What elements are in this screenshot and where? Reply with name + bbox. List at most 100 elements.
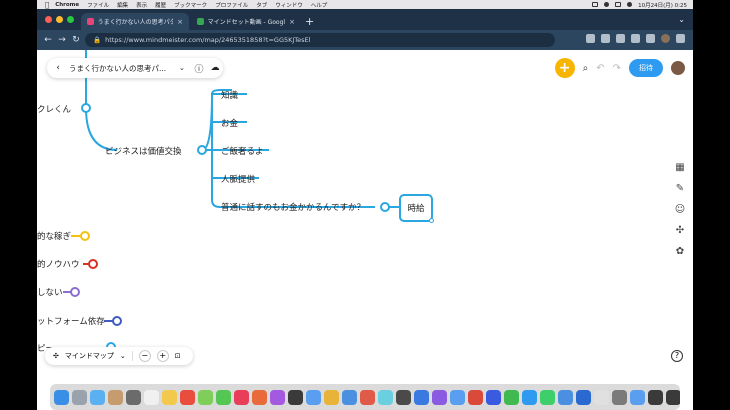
close-tab-icon[interactable]: × — [177, 18, 183, 26]
view-mode-select[interactable]: マインドマップ — [65, 351, 114, 361]
tab-search-chevron-icon[interactable]: ⌄ — [678, 15, 685, 24]
close-window-icon[interactable] — [45, 16, 52, 23]
back-icon[interactable]: ‹ — [47, 63, 69, 73]
menu-tab[interactable]: タブ — [256, 1, 267, 9]
menu-app-name[interactable]: Chrome — [55, 2, 79, 8]
redo-icon[interactable]: ↷ — [613, 63, 621, 74]
back-nav-icon[interactable]: ← — [41, 35, 55, 45]
invite-button[interactable]: 招待 — [629, 59, 663, 77]
mindmap-branch-node[interactable]: ビジネスは価値交換 — [105, 145, 182, 157]
wifi-icon[interactable] — [627, 2, 633, 7]
forward-nav-icon[interactable]: → — [55, 35, 69, 45]
messages-icon[interactable] — [216, 389, 231, 405]
extension-icon[interactable] — [631, 34, 640, 43]
app-icon[interactable] — [342, 389, 357, 405]
app-icon[interactable] — [108, 389, 123, 405]
app-icon[interactable] — [432, 389, 447, 405]
selected-node-text[interactable]: 時給 — [407, 202, 424, 214]
mindmap-node[interactable]: 普通に話すのもお金かかるんですか？ — [221, 201, 365, 213]
mindmap-node[interactable]: 的な稼ぎ — [37, 230, 71, 242]
layout-icon[interactable]: ▦ — [675, 162, 684, 173]
podcasts-icon[interactable] — [270, 389, 285, 405]
menu-bookmarks[interactable]: ブックマーク — [174, 1, 207, 9]
calendar-icon[interactable] — [144, 389, 159, 405]
mindmap-canvas[interactable] — [37, 50, 693, 384]
mindmap-node[interactable]: 人脈提供 — [221, 173, 255, 185]
address-bar[interactable]: 🔒 https://www.mindmeister.com/map/246535… — [85, 33, 555, 47]
app-icon[interactable] — [378, 389, 393, 405]
app-icon[interactable] — [450, 389, 465, 405]
menu-history[interactable]: 履歴 — [155, 1, 166, 9]
bookmark-star-icon[interactable] — [601, 34, 610, 43]
chevron-down-icon[interactable]: ⌄ — [179, 64, 191, 72]
mindmap-node[interactable]: クレくん — [37, 103, 71, 115]
notes-icon[interactable] — [162, 389, 177, 405]
reload-icon[interactable]: ↻ — [69, 35, 83, 45]
status-icon[interactable] — [592, 2, 599, 7]
style-icon[interactable]: ✎ — [676, 183, 684, 194]
app-icon[interactable] — [648, 389, 663, 405]
mindmap-node[interactable]: 知識 — [221, 89, 238, 101]
menu-window[interactable]: ウィンドウ — [275, 1, 303, 9]
mindmap-view-icon[interactable]: ✣ — [53, 352, 59, 360]
app-icon[interactable] — [396, 389, 411, 405]
menu-view[interactable]: 表示 — [136, 1, 147, 9]
undo-icon[interactable]: ↶ — [596, 63, 604, 74]
minimize-window-icon[interactable] — [56, 16, 63, 23]
mindmap-node[interactable]: ご飯奢るよ — [221, 145, 264, 157]
status-icon[interactable] — [604, 2, 610, 7]
mail-icon[interactable] — [90, 389, 105, 405]
menu-help[interactable]: ヘルプ — [311, 1, 328, 9]
app-icon[interactable] — [558, 389, 573, 405]
safari-icon[interactable] — [306, 389, 321, 405]
app-icon[interactable] — [360, 389, 375, 405]
app-icon[interactable] — [198, 389, 213, 405]
chevron-down-icon[interactable]: ⌄ — [120, 352, 126, 360]
menubar-clock[interactable]: 10月24日(月) 0:25 — [638, 1, 687, 9]
music-icon[interactable] — [234, 389, 249, 405]
close-tab-icon[interactable]: × — [289, 18, 295, 26]
mindmap-node[interactable]: しない — [37, 286, 63, 298]
chrome-icon[interactable] — [324, 389, 339, 405]
finder-icon[interactable] — [54, 389, 69, 405]
app-icon[interactable] — [126, 389, 141, 405]
zoom-in-button[interactable]: + — [156, 350, 169, 362]
menu-edit[interactable]: 編集 — [117, 1, 128, 9]
mindmap-node[interactable]: お金 — [221, 117, 238, 129]
profile-avatar[interactable] — [661, 34, 670, 43]
app-icon[interactable] — [504, 389, 519, 405]
add-icon[interactable]: + — [554, 58, 575, 78]
search-icon[interactable]: ⌕ — [583, 63, 589, 74]
mindmap-node[interactable]: 的ノウハウ — [37, 258, 80, 270]
app-icon[interactable] — [594, 389, 609, 405]
app-icon[interactable] — [288, 389, 303, 405]
fit-screen-icon[interactable]: ⊡ — [175, 352, 181, 360]
cloud-icon[interactable]: ☁ — [207, 63, 223, 73]
resize-handle[interactable] — [429, 218, 434, 223]
app-icon[interactable] — [630, 389, 645, 405]
help-icon[interactable]: ? — [671, 350, 683, 362]
new-tab-icon[interactable]: + — [305, 15, 314, 28]
launchpad-icon[interactable] — [72, 389, 87, 405]
window-thumbnail[interactable] — [666, 389, 680, 405]
app-icon[interactable] — [576, 389, 591, 405]
menu-file[interactable]: ファイル — [87, 1, 109, 9]
info-icon[interactable]: ⓘ — [191, 62, 207, 75]
zoom-out-button[interactable]: − — [138, 350, 151, 362]
mindmap-node[interactable]: ットフォーム依存 — [37, 315, 105, 327]
more-menu-icon[interactable] — [676, 34, 685, 43]
tab-mindmap[interactable]: うまく行かない人の思考パターン × — [81, 13, 189, 30]
app-icon[interactable] — [468, 389, 483, 405]
books-icon[interactable] — [252, 389, 267, 405]
emoji-icon[interactable]: ☺ — [675, 204, 685, 215]
app-store-icon[interactable] — [414, 389, 429, 405]
battery-icon[interactable] — [615, 2, 622, 7]
connections-icon[interactable]: ✣ — [676, 225, 684, 236]
selected-mindmap-node[interactable]: 時給 — [399, 194, 434, 223]
extension-icon[interactable] — [616, 34, 625, 43]
tab-google-docs[interactable]: マインドセット動画 - Google ド × — [191, 13, 301, 30]
theme-icon[interactable]: ✿ — [676, 246, 684, 257]
reminders-icon[interactable] — [180, 389, 195, 405]
sidebar-icon[interactable] — [646, 34, 655, 43]
avatar[interactable] — [671, 61, 685, 75]
